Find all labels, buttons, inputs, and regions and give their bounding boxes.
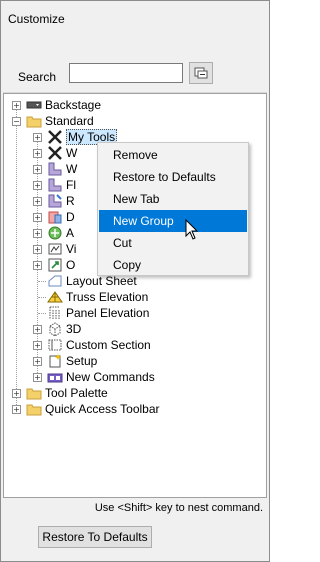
tree-item-label: A [66, 226, 75, 240]
tree-item-a[interactable]: A [47, 225, 74, 241]
search-label: Search [18, 70, 57, 84]
output-icon [48, 258, 62, 272]
expand-toggle[interactable]: + [33, 373, 42, 382]
menu-item-remove[interactable]: Remove [99, 144, 247, 166]
customize-panel: Customize Search + Backstage − Standard … [0, 0, 270, 562]
tree-item-setup[interactable]: Setup [47, 353, 97, 369]
tree-item-label: Layout Sheet [66, 274, 137, 288]
tree-item-label: Tool Palette [45, 386, 108, 400]
expand-toggle[interactable]: + [33, 229, 42, 238]
layout-sheet-icon [48, 275, 62, 287]
truss-icon [47, 291, 63, 303]
3d-cube-icon [49, 322, 61, 337]
tree-item-label: Setup [66, 354, 98, 368]
tree-item-3d[interactable]: 3D [47, 321, 81, 337]
folder-icon [26, 116, 42, 128]
folder-icon [26, 404, 42, 416]
tree-item-quick-access-toolbar[interactable]: Quick Access Toolbar [26, 401, 160, 417]
roof-icon [48, 194, 62, 208]
hint-text: Use <Shift> key to nest command. [94, 502, 263, 514]
tree-guide [38, 297, 46, 298]
expand-toggle[interactable]: + [33, 325, 42, 334]
tree-item-truss-elevation[interactable]: Truss Elevation [47, 289, 148, 305]
expand-toggle[interactable]: + [33, 133, 42, 142]
menu-item-copy[interactable]: Copy [99, 254, 247, 276]
tree-item-standard[interactable]: Standard [26, 113, 94, 129]
annotate-icon [48, 226, 62, 240]
tree-item-w2[interactable]: W [47, 161, 77, 177]
expand-toggle[interactable]: + [12, 389, 21, 398]
tree-item-label: D [66, 210, 75, 224]
tree-item-backstage[interactable]: Backstage [26, 97, 101, 113]
tree-item-label: Truss Elevation [66, 290, 149, 304]
mouse-cursor-icon [185, 219, 199, 240]
tree-item-r[interactable]: R [47, 193, 75, 209]
tree-item-panel-elevation[interactable]: Panel Elevation [47, 305, 149, 321]
tree-item-label: O [66, 258, 76, 272]
tree-item-tool-palette[interactable]: Tool Palette [26, 385, 108, 401]
tree-item-fl[interactable]: Fl [47, 177, 76, 193]
expand-toggle[interactable]: + [12, 101, 21, 110]
tree-guide [38, 313, 46, 314]
expand-toggle[interactable]: + [33, 245, 42, 254]
floor-icon [48, 178, 62, 192]
tools-icon [48, 146, 62, 160]
tree-guide [38, 281, 46, 282]
filter-icon [194, 67, 208, 79]
collapse-toggle[interactable]: − [12, 117, 21, 126]
dimension-icon [48, 211, 62, 224]
menu-item-new-tab[interactable]: New Tab [99, 188, 247, 210]
expand-toggle[interactable]: + [33, 149, 42, 158]
tree-item-label: Quick Access Toolbar [45, 402, 160, 416]
wall-icon [48, 162, 62, 176]
tree-item-label: Fl [66, 178, 76, 192]
tree-item-label: Panel Elevation [66, 306, 150, 320]
expand-toggle[interactable]: + [33, 181, 42, 190]
expand-toggle[interactable]: + [33, 261, 42, 270]
menu-item-cut[interactable]: Cut [99, 232, 247, 254]
setup-icon [49, 354, 61, 368]
search-filter-button[interactable] [189, 62, 213, 84]
view-icon [48, 243, 62, 255]
tree-item-label: New Commands [66, 370, 155, 384]
tree-item-vi[interactable]: Vi [47, 241, 76, 257]
tools-icon [48, 130, 62, 144]
tree-item-label: 3D [66, 322, 82, 336]
expand-toggle[interactable]: + [33, 357, 42, 366]
section-icon [48, 339, 62, 351]
panel-icon [49, 306, 60, 319]
tree-item-w[interactable]: W [47, 145, 77, 161]
backstage-icon [26, 101, 42, 109]
context-menu: Remove Restore to Defaults New Tab New G… [97, 142, 249, 276]
search-input[interactable] [69, 63, 183, 83]
tree-item-label: W [66, 162, 78, 176]
tree-item-d[interactable]: D [47, 209, 75, 225]
restore-to-defaults-button[interactable]: Restore To Defaults [38, 526, 152, 548]
tree-item-label: W [66, 146, 78, 160]
tree-item-custom-section[interactable]: Custom Section [47, 337, 151, 353]
tree-item-label: R [66, 194, 75, 208]
tree-item-label: Vi [66, 242, 77, 256]
expand-toggle[interactable]: + [33, 197, 42, 206]
tree-item-new-commands[interactable]: New Commands [47, 369, 155, 385]
tree-item-o[interactable]: O [47, 257, 75, 273]
expand-toggle[interactable]: + [33, 213, 42, 222]
tree-item-label: Standard [45, 114, 94, 128]
panel-title: Customize [8, 12, 65, 26]
tree-item-label: Backstage [45, 98, 102, 112]
menu-item-new-group[interactable]: New Group [99, 210, 247, 232]
expand-toggle[interactable]: + [33, 341, 42, 350]
menu-item-restore-to-defaults[interactable]: Restore to Defaults [99, 166, 247, 188]
expand-toggle[interactable]: + [33, 165, 42, 174]
expand-toggle[interactable]: + [12, 405, 21, 414]
tree-item-label: Custom Section [66, 338, 151, 352]
folder-icon [26, 388, 42, 400]
tree-guide [16, 102, 17, 407]
new-commands-icon [47, 373, 63, 383]
